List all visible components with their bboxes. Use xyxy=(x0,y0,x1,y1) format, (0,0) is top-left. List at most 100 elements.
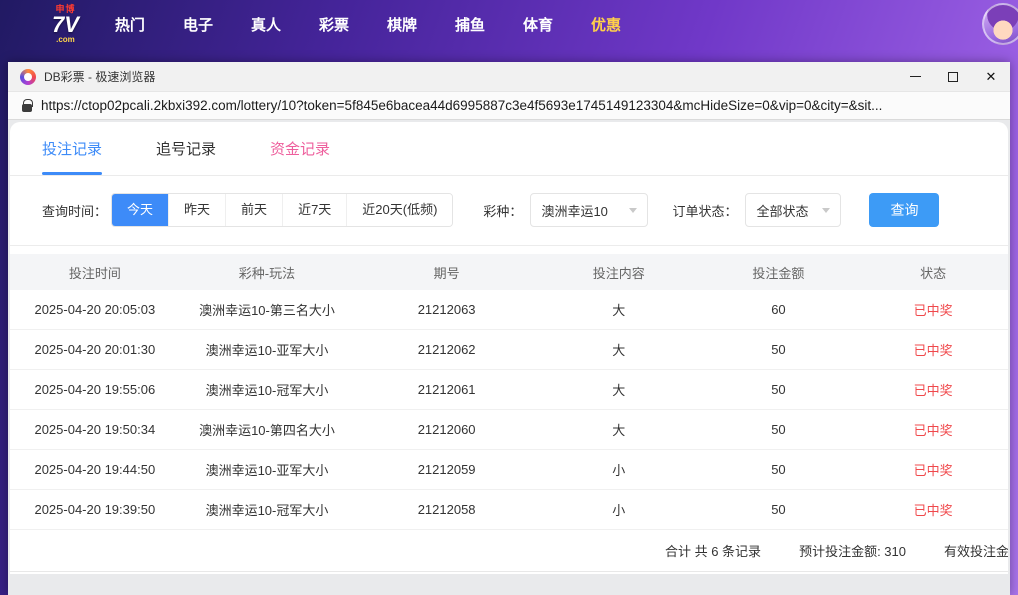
nav-item[interactable]: 彩票 xyxy=(319,14,349,35)
table-cell: 50 xyxy=(771,462,786,477)
lottery-select[interactable]: 澳洲幸运10 xyxy=(530,193,649,227)
time-filter-button[interactable]: 近20天(低频) xyxy=(346,194,453,226)
table-cell: 50 xyxy=(771,422,786,437)
table-summary: 合计 共 6 条记录 预计投注金额: 310 有效投注金额 xyxy=(10,530,1008,572)
table-cell: 已中奖 xyxy=(913,503,953,518)
table-cell: 2025-04-20 19:50:34 xyxy=(34,422,156,437)
table-cell: 21212062 xyxy=(417,342,476,357)
summary-total: 合计 共 6 条记录 xyxy=(664,544,762,559)
nav-item[interactable]: 电子 xyxy=(183,14,213,35)
time-filter-button[interactable]: 今天 xyxy=(112,194,169,226)
tab[interactable]: 资金记录 xyxy=(270,122,330,175)
table-row: 2025-04-20 19:39:50 澳洲幸运10-冠军大小 21212058 小 5… xyxy=(10,490,1008,530)
table-cell: 2025-04-20 19:39:50 xyxy=(34,502,156,517)
record-tabs: 投注记录 追号记录 资金记录 xyxy=(10,122,1008,176)
top-nav: 热门 电子 真人 彩票 棋牌 捕鱼 体育 优惠 xyxy=(115,14,621,35)
nav-item[interactable]: 棋牌 xyxy=(387,14,417,35)
order-status-label: 订单状态： xyxy=(672,203,738,219)
minimize-icon xyxy=(909,76,921,77)
table-cell: 50 xyxy=(771,502,786,517)
table-cell: 21212061 xyxy=(417,382,476,397)
table-header: 投注时间 彩种-玩法 期号 投注内容 投注金额 状态 xyxy=(10,254,1008,290)
table-cell: 50 xyxy=(771,382,786,397)
table-cell: 已中奖 xyxy=(913,423,953,438)
table-cell: 小 xyxy=(612,503,626,518)
column-header: 投注金额 xyxy=(752,265,805,281)
browser-window: DB彩票 - 极速浏览器 ✕ https://ctop02pcali.2kbxi… xyxy=(8,62,1010,595)
nav-item[interactable]: 热门 xyxy=(115,14,145,35)
table-row: 2025-04-20 20:05:03 澳洲幸运10-第三名大小 21212063 大… xyxy=(10,290,1008,330)
table-cell: 2025-04-20 20:05:03 xyxy=(34,302,156,317)
table-cell: 澳洲幸运10-亚军大小 xyxy=(205,343,329,358)
time-filter-button[interactable]: 前天 xyxy=(225,194,283,226)
summary-expected: 预计投注金额: 310 xyxy=(799,544,906,559)
table-cell: 已中奖 xyxy=(913,383,953,398)
table-cell: 大 xyxy=(612,423,626,438)
tab[interactable]: 投注记录 xyxy=(42,122,103,175)
close-button[interactable]: ✕ xyxy=(972,62,1010,91)
column-header: 投注时间 xyxy=(68,265,121,281)
close-icon: ✕ xyxy=(985,69,997,84)
url-text: https://ctop02pcali.2kbxi392.com/lottery… xyxy=(41,98,883,113)
table-cell: 澳洲幸运10-第三名大小 xyxy=(199,303,335,318)
nav-item[interactable]: 体育 xyxy=(523,14,553,35)
window-controls: ✕ xyxy=(896,62,1010,91)
nav-item[interactable]: 优惠 xyxy=(591,14,621,35)
table-cell: 小 xyxy=(612,463,626,478)
address-bar[interactable]: https://ctop02pcali.2kbxi392.com/lottery… xyxy=(8,91,1010,120)
table-cell: 大 xyxy=(612,303,626,318)
table-cell: 2025-04-20 19:55:06 xyxy=(34,382,156,397)
nav-item[interactable]: 捕鱼 xyxy=(455,14,485,35)
window-title: DB彩票 - 极速浏览器 xyxy=(44,70,156,84)
maximize-button[interactable] xyxy=(934,62,972,91)
maximize-icon xyxy=(948,71,958,82)
user-avatar[interactable] xyxy=(982,3,1018,45)
app-icon xyxy=(20,68,36,85)
table-cell: 21212060 xyxy=(417,422,476,437)
table-row: 2025-04-20 19:44:50 澳洲幸运10-亚军大小 21212059 小 5… xyxy=(10,450,1008,490)
table-cell: 21212059 xyxy=(417,462,476,477)
tab[interactable]: 追号记录 xyxy=(156,122,216,175)
order-status-select[interactable]: 全部状态 xyxy=(745,193,842,227)
chevron-down-icon xyxy=(629,207,638,213)
column-header: 状态 xyxy=(920,265,947,281)
table-cell: 已中奖 xyxy=(913,463,953,478)
column-header: 彩种-玩法 xyxy=(238,265,296,281)
time-filter-button[interactable]: 近7天 xyxy=(282,194,347,226)
order-status-value: 全部状态 xyxy=(756,203,809,219)
window-titlebar: DB彩票 - 极速浏览器 ✕ xyxy=(8,62,1010,91)
table-body: 2025-04-20 20:05:03 澳洲幸运10-第三名大小 21212063 大… xyxy=(10,290,1008,530)
table-cell: 50 xyxy=(771,342,786,357)
table-cell: 已中奖 xyxy=(913,343,953,358)
table-cell: 2025-04-20 20:01:30 xyxy=(34,342,156,357)
lottery-records-panel: 投注记录 追号记录 资金记录 查询时间： 今天 昨天 前天 近7天 近20天(低频) 彩种：… xyxy=(10,122,1008,574)
search-button[interactable]: 查询 xyxy=(869,193,940,227)
minimize-button[interactable] xyxy=(896,62,934,91)
table-cell: 2025-04-20 19:44:50 xyxy=(34,462,156,477)
column-header: 投注内容 xyxy=(592,265,645,281)
lottery-select-value: 澳洲幸运10 xyxy=(541,203,608,219)
nav-item[interactable]: 真人 xyxy=(251,14,281,35)
table-cell: 已中奖 xyxy=(913,303,953,318)
table-cell: 澳洲幸运10-第四名大小 xyxy=(199,423,335,438)
time-filter-button[interactable]: 昨天 xyxy=(168,194,226,226)
browser-content: 投注记录 追号记录 资金记录 查询时间： 今天 昨天 前天 近7天 近20天(低频) 彩种：… xyxy=(8,120,1010,595)
table-cell: 21212063 xyxy=(417,302,476,317)
column-header: 期号 xyxy=(433,265,460,281)
table-cell: 澳洲幸运10-亚军大小 xyxy=(205,463,329,478)
site-logo[interactable]: 申博 7V .com xyxy=(52,4,79,44)
summary-valid: 有效投注金额 xyxy=(943,544,1008,559)
lottery-label: 彩种： xyxy=(483,203,523,219)
logo-text-suffix: .com xyxy=(56,34,75,44)
time-filter-group: 今天 昨天 前天 近7天 近20天(低频) xyxy=(111,193,454,227)
chevron-down-icon xyxy=(822,207,831,213)
site-header: 申博 7V .com 热门 电子 真人 彩票 棋牌 捕鱼 体育 优惠 xyxy=(0,0,1018,48)
lock-icon xyxy=(22,98,33,112)
filter-bar: 查询时间： 今天 昨天 前天 近7天 近20天(低频) 彩种： 澳洲幸运10 订单状态：… xyxy=(10,176,1008,246)
table-row: 2025-04-20 20:01:30 澳洲幸运10-亚军大小 21212062 大 5… xyxy=(10,330,1008,370)
table-row: 2025-04-20 19:50:34 澳洲幸运10-第四名大小 21212060 大… xyxy=(10,410,1008,450)
table-cell: 大 xyxy=(612,383,626,398)
time-filter-label: 查询时间： xyxy=(42,203,108,219)
table-cell: 澳洲幸运10-冠军大小 xyxy=(205,383,329,398)
table-row: 2025-04-20 19:55:06 澳洲幸运10-冠军大小 21212061 大 5… xyxy=(10,370,1008,410)
